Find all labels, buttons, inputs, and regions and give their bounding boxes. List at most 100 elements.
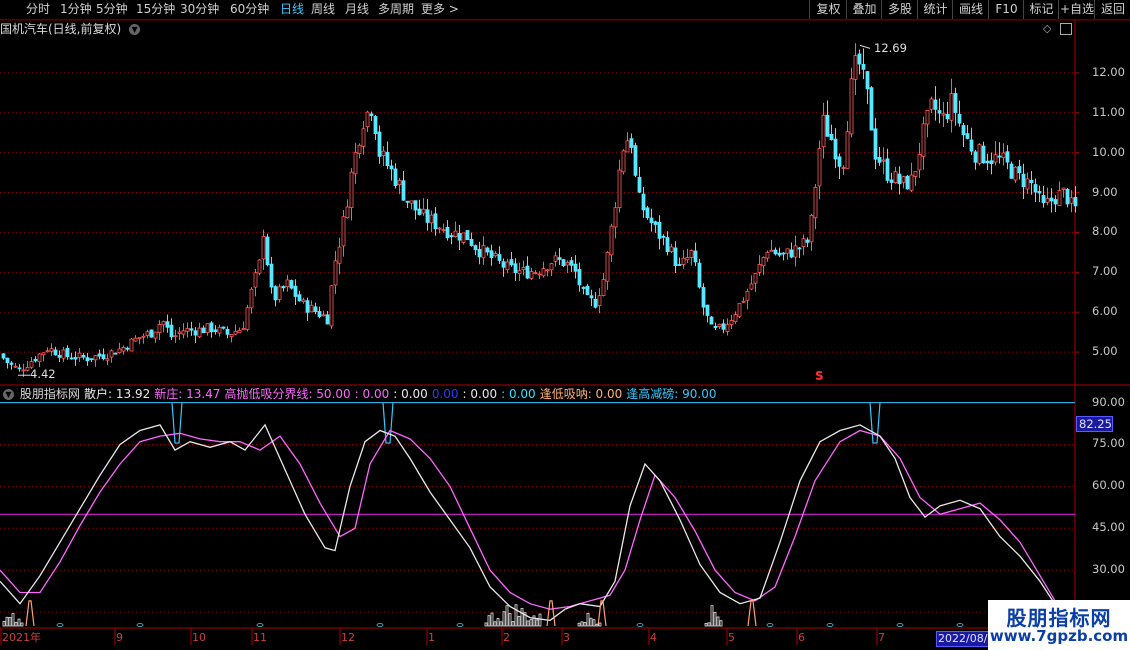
indicator-header: ▼ 股朋指标网 <box>3 386 80 402</box>
candle-body <box>301 299 306 303</box>
volume-bar <box>484 622 488 627</box>
candle-body <box>913 170 918 177</box>
volume-bar <box>538 613 542 627</box>
candle-body <box>177 331 182 334</box>
candle-body <box>565 261 570 266</box>
volume-bar <box>502 611 506 627</box>
candle-body <box>709 316 714 325</box>
price-tick-label: 6.00 <box>1092 304 1118 319</box>
candle-body <box>777 252 782 256</box>
candle-body <box>1057 190 1062 206</box>
candle-body <box>633 145 638 176</box>
candle-body <box>21 369 26 372</box>
candle-body <box>905 175 910 190</box>
candle-body <box>33 358 38 362</box>
candle-body <box>949 93 954 121</box>
candle-body <box>545 269 550 272</box>
candle-body <box>313 306 318 312</box>
candle-body <box>41 352 46 356</box>
legend-item-1: 新庄: 13.47 <box>154 387 221 401</box>
candle-body <box>713 325 718 329</box>
signal-dot <box>636 623 644 627</box>
candle-body <box>1045 198 1050 203</box>
candle-body <box>61 349 66 359</box>
legend-item-6: : 0.00 <box>462 387 498 401</box>
candle-body <box>389 165 394 170</box>
kline-chart[interactable] <box>0 0 1130 650</box>
signal-dot <box>376 623 384 627</box>
candle-body <box>397 180 402 186</box>
volume-bar <box>592 619 596 627</box>
candle-body <box>477 249 482 258</box>
candle-body <box>721 323 726 330</box>
candle-body <box>457 233 462 241</box>
volume-bar <box>577 622 581 627</box>
indicator-tick-label: 60.00 <box>1092 478 1125 493</box>
candle-body <box>929 98 934 110</box>
candle-body <box>573 263 578 272</box>
candle-body <box>693 250 698 263</box>
candle-body <box>641 193 646 211</box>
candle-body <box>329 285 334 327</box>
legend-item-8: 逢低吸呐: 0.00 <box>539 387 623 401</box>
candle-body <box>893 171 898 184</box>
candle-body <box>697 262 702 288</box>
candle-body <box>293 285 298 297</box>
candle-body <box>833 138 838 160</box>
candle-body <box>801 238 806 247</box>
candle-body <box>137 337 142 339</box>
candle-body <box>541 268 546 277</box>
candle-body <box>309 304 314 313</box>
date-label: 4 <box>650 631 657 644</box>
volume-bar <box>5 616 9 627</box>
candle-body <box>53 349 58 356</box>
candle-body <box>245 307 250 330</box>
candle-body <box>669 246 674 252</box>
candle-body <box>857 53 862 65</box>
candle-body <box>401 180 406 201</box>
candle-body <box>993 154 998 163</box>
candle-body <box>157 324 162 334</box>
volume-bar <box>520 608 524 627</box>
candle-body <box>265 236 270 266</box>
buy-signal-spike <box>597 600 607 627</box>
signal-dot <box>826 623 834 627</box>
chevron-down-icon[interactable]: ▼ <box>3 389 14 400</box>
candle-body <box>13 365 18 368</box>
candle-body <box>317 311 322 317</box>
candle-body <box>765 252 770 259</box>
candle-body <box>333 260 338 286</box>
candle-body <box>17 367 22 370</box>
candle-body <box>617 169 622 209</box>
candle-body <box>337 246 342 264</box>
candle-body <box>289 280 294 289</box>
volume-bar <box>20 622 24 627</box>
candle-body <box>853 55 858 80</box>
candle-body <box>881 159 886 162</box>
candle-body <box>873 128 878 160</box>
sell-signal-spike <box>171 402 183 444</box>
current-value-box: 82.25 <box>1076 416 1113 433</box>
candle-body <box>237 330 242 334</box>
candle-body <box>981 145 986 164</box>
volume-bar <box>710 605 714 627</box>
date-label: 1 <box>428 631 435 644</box>
candle-body <box>513 263 518 274</box>
retail-line <box>0 423 1076 622</box>
candle-body <box>921 123 926 157</box>
volume-bar <box>589 617 593 627</box>
candle-body <box>1005 151 1010 163</box>
candle-body <box>153 331 158 339</box>
candle-body <box>877 157 882 163</box>
candle-body <box>189 328 194 331</box>
candle-body <box>605 252 610 282</box>
volume-bar <box>511 621 515 627</box>
candle-body <box>105 358 110 361</box>
volume-bar <box>719 620 723 627</box>
date-label: 3 <box>563 631 570 644</box>
sell-signal-spike <box>869 402 881 444</box>
volume-bar <box>707 622 711 627</box>
candle-body <box>465 230 470 241</box>
candle-body <box>77 352 82 358</box>
candle-body <box>249 288 254 309</box>
